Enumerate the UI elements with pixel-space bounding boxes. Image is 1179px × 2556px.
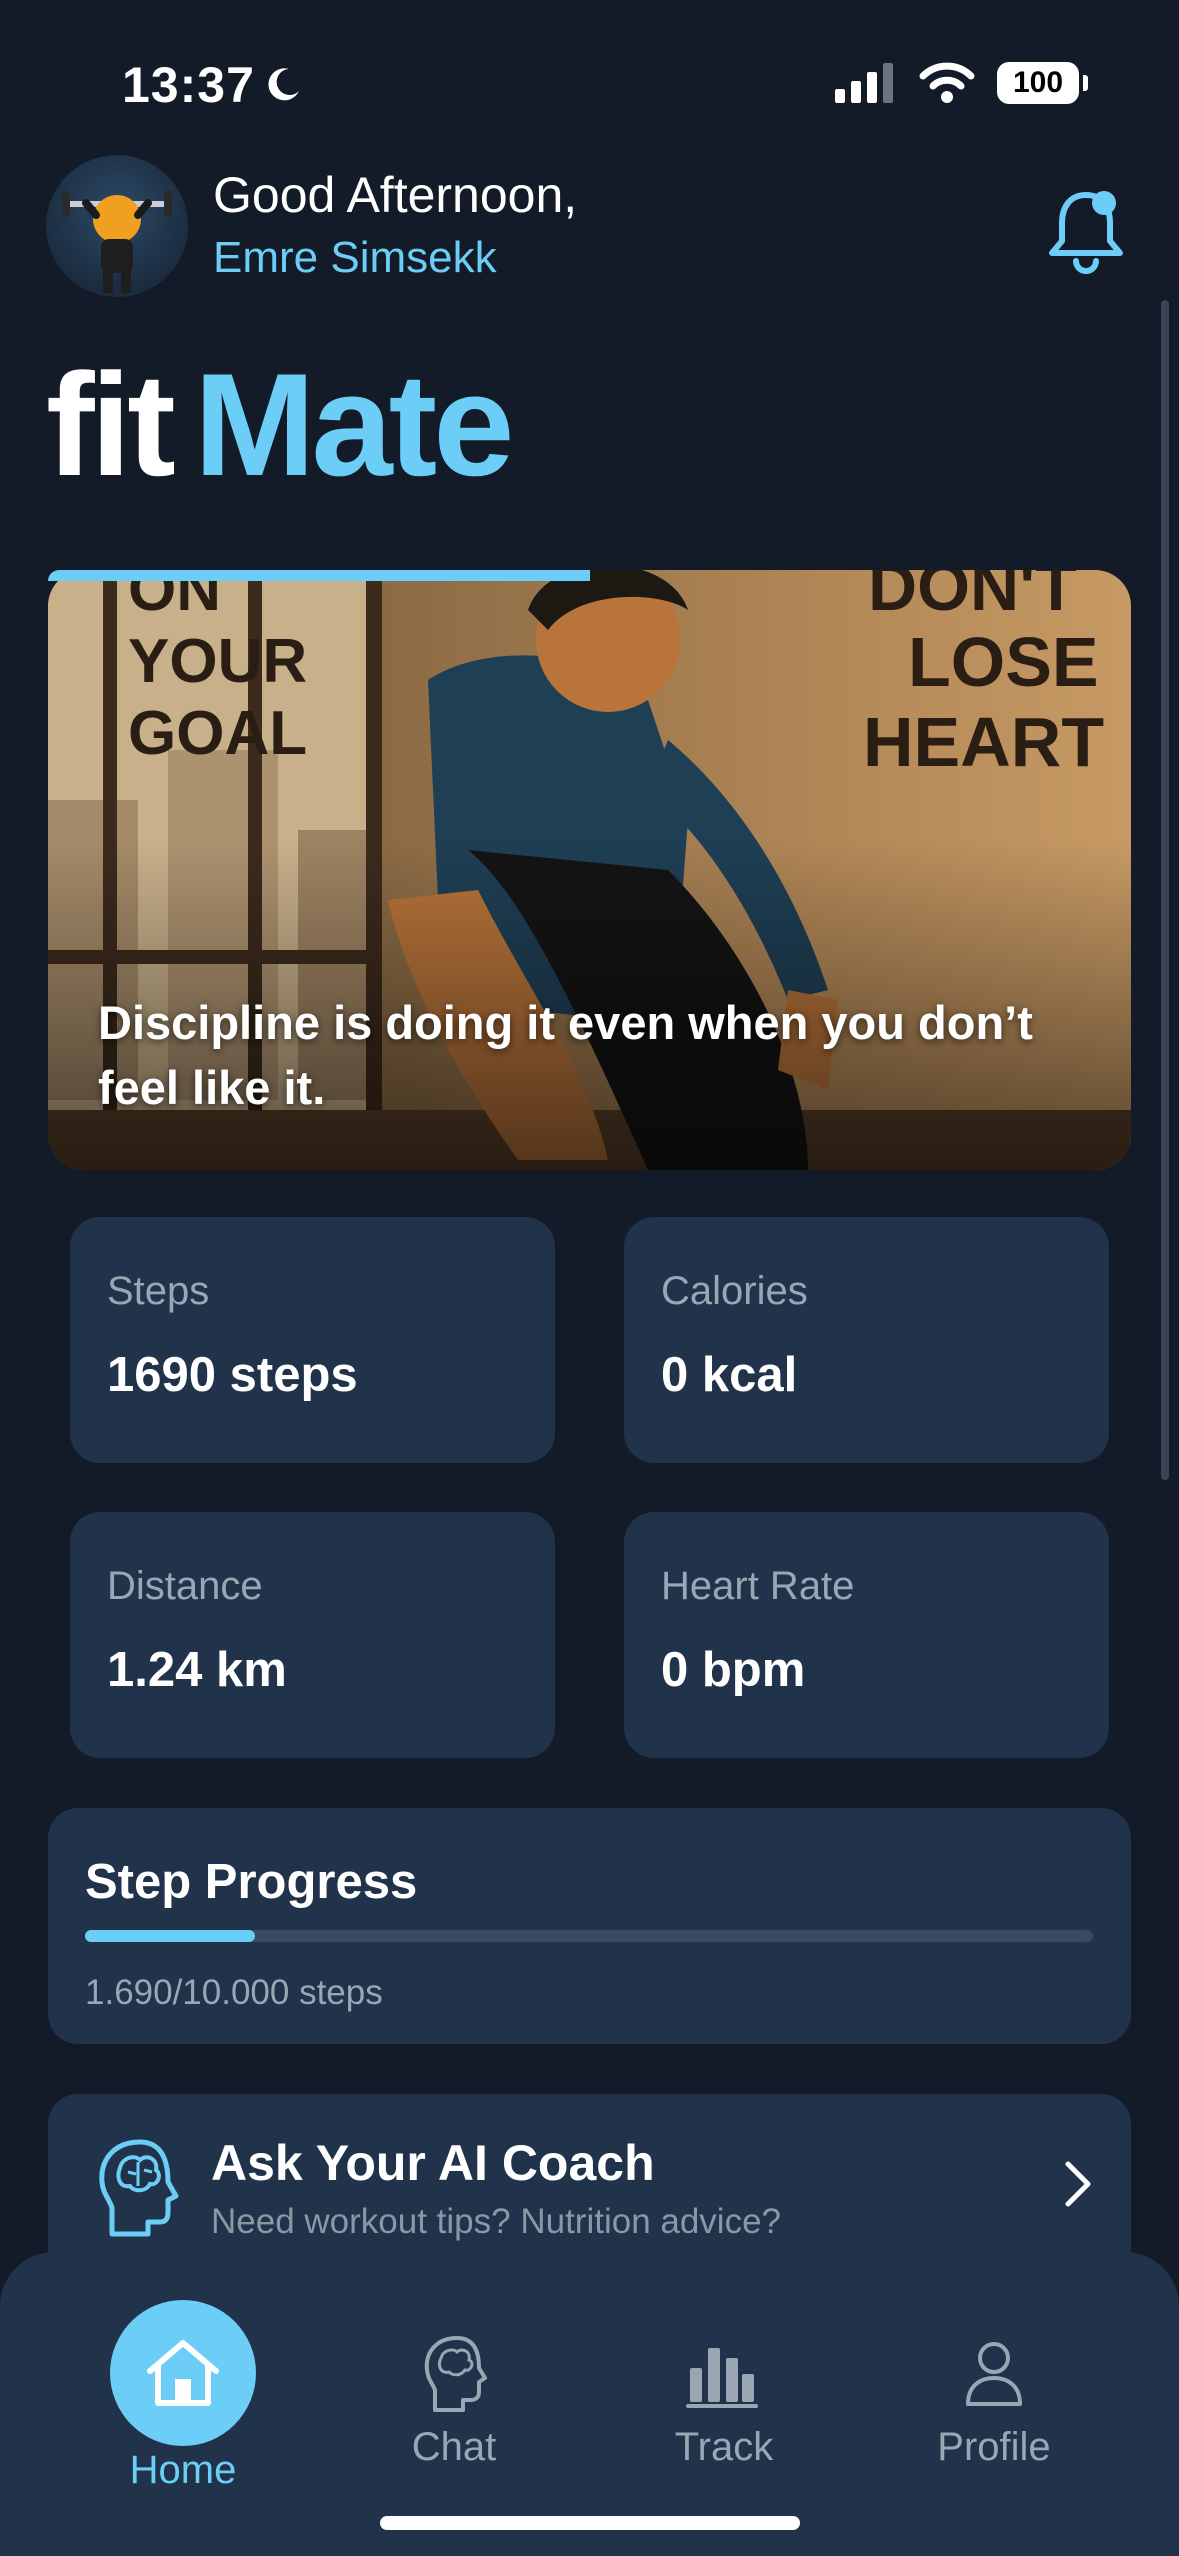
notification-bell-icon[interactable] <box>1040 185 1132 277</box>
scrollbar[interactable] <box>1161 300 1169 1480</box>
home-indicator[interactable] <box>380 2516 800 2530</box>
brain-icon[interactable] <box>419 2332 491 2414</box>
status-indicators: 100 <box>835 62 1088 104</box>
tab-chat-label[interactable]: Chat <box>354 2425 554 2470</box>
greeting-text: Good Afternoon, <box>213 167 578 223</box>
motivation-banner[interactable]: ON YOUR GOAL DON'T LOSE HEART Discipline… <box>48 570 1131 1170</box>
stat-label: Heart Rate <box>661 1564 855 1608</box>
logo-fit: fit <box>46 343 176 506</box>
stat-value: 0 bpm <box>661 1643 806 1697</box>
step-progress-card: Step Progress 1.690/10.000 steps <box>48 1808 1131 2044</box>
avatar[interactable] <box>46 155 188 297</box>
bar-chart-icon[interactable] <box>686 2344 758 2408</box>
stat-value: 1690 steps <box>107 1348 358 1402</box>
home-icon <box>147 2340 219 2406</box>
stat-card-distance[interactable]: Distance 1.24 km <box>70 1512 555 1758</box>
ai-coach-card[interactable]: Ask Your AI Coach Need workout tips? Nut… <box>48 2094 1131 2274</box>
stat-value: 0 kcal <box>661 1348 798 1402</box>
stat-label: Distance <box>107 1564 263 1608</box>
chevron-right-icon <box>1065 2161 1091 2207</box>
step-progress-bar <box>85 1930 1093 1942</box>
logo-mate: Mate <box>193 343 515 506</box>
user-name: Emre Simsekk <box>213 233 497 282</box>
step-progress-fill <box>85 1930 256 1942</box>
ai-coach-subtitle: Need workout tips? Nutrition advice? <box>211 2202 782 2241</box>
step-progress-title: Step Progress <box>85 1855 418 1909</box>
weightlifter-avatar-icon <box>62 191 172 293</box>
home-screen: 13:37 100 Good Afternoon, Emre Simsekk f… <box>0 0 1179 2556</box>
tab-home-label[interactable]: Home <box>83 2448 283 2493</box>
tab-profile-label[interactable]: Profile <box>894 2425 1094 2470</box>
stat-value: 1.24 km <box>107 1643 287 1697</box>
brain-head-icon <box>99 2139 179 2237</box>
stat-card-calories[interactable]: Calories 0 kcal <box>624 1217 1109 1463</box>
step-progress-text: 1.690/10.000 steps <box>85 1973 383 2012</box>
person-icon[interactable] <box>964 2340 1024 2408</box>
cellular-signal-icon <box>835 63 893 103</box>
status-time: 13:37 <box>122 56 303 114</box>
tab-track-label[interactable]: Track <box>624 2425 824 2470</box>
app-logo: fit Mate <box>46 352 514 498</box>
bottom-tab-bar: Home Chat Track Profile <box>0 2252 1179 2556</box>
battery-indicator: 100 <box>997 62 1088 104</box>
stat-card-steps[interactable]: Steps 1690 steps <box>70 1217 555 1463</box>
motivation-quote: Discipline is doing it even when you don… <box>98 996 1033 1114</box>
stat-label: Calories <box>661 1269 808 1313</box>
ai-coach-title: Ask Your AI Coach <box>211 2135 655 2191</box>
stat-label: Steps <box>107 1269 210 1313</box>
tab-home[interactable] <box>110 2300 256 2446</box>
carousel-progress <box>48 570 590 581</box>
wifi-icon <box>919 62 975 103</box>
stat-card-heart-rate[interactable]: Heart Rate 0 bpm <box>624 1512 1109 1758</box>
moon-icon <box>268 68 299 101</box>
